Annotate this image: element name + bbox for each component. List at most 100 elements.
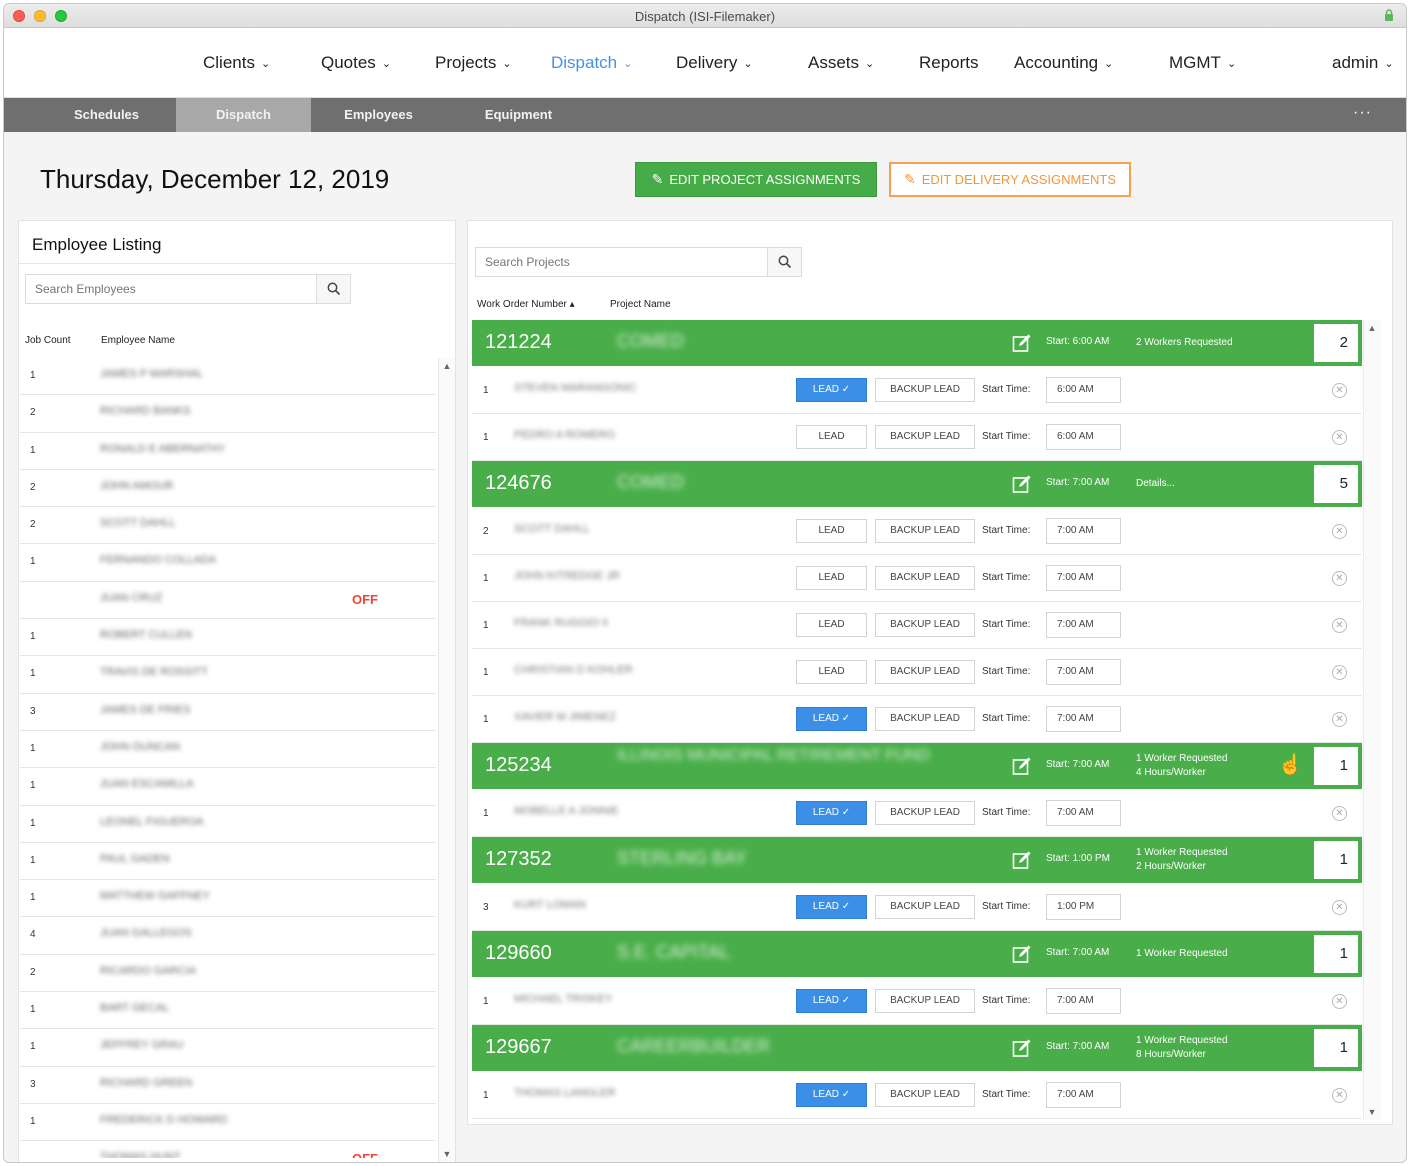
backup-lead-button[interactable]: BACKUP LEAD	[875, 378, 975, 402]
scroll-down-icon[interactable]: ▼	[1364, 1104, 1380, 1120]
employee-row[interactable]: 1 RONALD E ABERNATHY	[20, 433, 436, 470]
employee-row[interactable]: 4 JUAN GALLEGOS	[20, 917, 436, 955]
employee-row[interactable]: 1 JUAN ESCAMILLA	[20, 768, 436, 806]
backup-lead-button[interactable]: BACKUP LEAD	[875, 801, 975, 825]
start-time-input[interactable]: 6:00 AM	[1046, 424, 1121, 450]
nav-item-assets[interactable]: Assets ⌄	[808, 53, 874, 73]
backup-lead-button[interactable]: BACKUP LEAD	[875, 425, 975, 449]
nav-item-quotes[interactable]: Quotes ⌄	[321, 53, 391, 73]
backup-lead-button[interactable]: BACKUP LEAD	[875, 707, 975, 731]
nav-item-admin[interactable]: admin ⌄	[1332, 53, 1394, 73]
start-time-input[interactable]: 7:00 AM	[1046, 1082, 1121, 1108]
project-header[interactable]: 125234 ILLINOIS MUNICIPAL RETIREMENT FUND…	[472, 743, 1362, 789]
nav-item-projects[interactable]: Projects ⌄	[435, 53, 512, 73]
employee-row[interactable]: 1 MATTHEW GAFFNEY	[20, 880, 436, 918]
col-employee-name[interactable]: Employee Name	[101, 335, 175, 346]
scroll-up-icon[interactable]: ▲	[439, 358, 455, 374]
remove-icon[interactable]: ✕	[1332, 383, 1347, 398]
start-time-input[interactable]: 7:00 AM	[1046, 565, 1121, 591]
remove-icon[interactable]: ✕	[1332, 994, 1347, 1009]
project-header[interactable]: 121224 COMED Start: 6:00 AM 2 Workers Reque…	[472, 320, 1362, 366]
nav-item-dispatch[interactable]: Dispatch ⌄	[551, 53, 632, 73]
worker-count-box[interactable]: 1	[1314, 747, 1358, 785]
subnav-tab-employees[interactable]: Employees	[311, 98, 446, 132]
backup-lead-button[interactable]: BACKUP LEAD	[875, 989, 975, 1013]
edit-icon[interactable]	[1012, 1038, 1032, 1058]
subnav-tab-equipment[interactable]: Equipment	[446, 98, 591, 132]
col-job-count[interactable]: Job Count	[25, 335, 71, 346]
lead-button[interactable]: LEAD ✓	[796, 1083, 867, 1107]
employee-row[interactable]: 1 ROBERT CULLEN	[20, 619, 436, 657]
project-header[interactable]: 124676 COMED Start: 7:00 AM Details... 5	[472, 461, 1362, 507]
start-time-input[interactable]: 7:00 AM	[1046, 659, 1121, 685]
nav-item-accounting[interactable]: Accounting ⌄	[1014, 53, 1113, 73]
edit-delivery-assignments-button[interactable]: ✎ EDIT DELIVERY ASSIGNMENTS	[889, 162, 1131, 197]
edit-icon[interactable]	[1012, 944, 1032, 964]
nav-item-reports[interactable]: Reports	[919, 53, 979, 73]
employee-row[interactable]: 1 JAMES P MARSHAL	[20, 358, 436, 396]
remove-icon[interactable]: ✕	[1332, 618, 1347, 633]
employee-row[interactable]: JUAN CRUZ OFF	[20, 582, 436, 620]
employee-row[interactable]: 1 FREDERICK D HOWARD	[20, 1104, 436, 1142]
remove-icon[interactable]: ✕	[1332, 900, 1347, 915]
project-header[interactable]: 129667 CAREERBUILDER Start: 7:00 AM 1 Worke…	[472, 1025, 1362, 1071]
lead-button[interactable]: LEAD	[796, 566, 867, 590]
employee-search-input[interactable]	[26, 275, 190, 303]
start-time-input[interactable]: 7:00 AM	[1046, 706, 1121, 732]
project-header[interactable]: 129660 S.E. CAPITAL Start: 7:00 AM 1 Worker…	[472, 931, 1362, 977]
remove-icon[interactable]: ✕	[1332, 430, 1347, 445]
worker-count-box[interactable]: 1	[1314, 841, 1358, 879]
start-time-input[interactable]: 1:00 PM	[1046, 894, 1121, 920]
lead-button[interactable]: LEAD ✓	[796, 895, 867, 919]
employee-scrollbar[interactable]: ▲ ▼	[438, 358, 455, 1162]
employee-row[interactable]: 1 BART GECAL	[20, 992, 436, 1030]
remove-icon[interactable]: ✕	[1332, 712, 1347, 727]
employee-row[interactable]: 1 JEFFREY GRAU	[20, 1029, 436, 1067]
employee-row[interactable]: 2 SCOTT DAHLL	[20, 507, 436, 545]
employee-row[interactable]: 2 JOHN AMOUR	[20, 470, 436, 508]
edit-icon[interactable]	[1012, 474, 1032, 494]
nav-item-clients[interactable]: Clients ⌄	[203, 53, 270, 73]
backup-lead-button[interactable]: BACKUP LEAD	[875, 613, 975, 637]
project-scrollbar[interactable]: ▲ ▼	[1363, 320, 1381, 1120]
employee-search-button[interactable]	[316, 275, 350, 303]
employee-row[interactable]: 3 RICHARD GREEN	[20, 1067, 436, 1104]
lead-button[interactable]: LEAD ✓	[796, 707, 867, 731]
nav-item-mgmt[interactable]: MGMT ⌄	[1169, 53, 1236, 73]
start-time-input[interactable]: 7:00 AM	[1046, 518, 1121, 544]
backup-lead-button[interactable]: BACKUP LEAD	[875, 1083, 975, 1107]
employee-row[interactable]: 3 JAMES DE FRIES	[20, 694, 436, 731]
remove-icon[interactable]: ✕	[1332, 806, 1347, 821]
subnav-tab-schedules[interactable]: Schedules	[39, 98, 174, 132]
lead-button[interactable]: LEAD ✓	[796, 989, 867, 1013]
remove-icon[interactable]: ✕	[1332, 1088, 1347, 1103]
employee-row[interactable]: 1 PAUL GADEN	[20, 843, 436, 881]
scroll-up-icon[interactable]: ▲	[1364, 320, 1380, 336]
worker-count-box[interactable]: 1	[1314, 935, 1358, 973]
lead-button[interactable]: LEAD ✓	[796, 801, 867, 825]
start-time-input[interactable]: 7:00 AM	[1046, 988, 1121, 1014]
edit-icon[interactable]	[1012, 850, 1032, 870]
start-time-input[interactable]: 6:00 AM	[1046, 377, 1121, 403]
worker-count-box[interactable]: 1	[1314, 1029, 1358, 1067]
employee-row[interactable]: THOMAS HUNT OFF	[20, 1141, 436, 1158]
project-search-input[interactable]	[476, 248, 640, 276]
project-search-button[interactable]	[767, 248, 801, 276]
lead-button[interactable]: LEAD	[796, 425, 867, 449]
employee-row[interactable]: 1 TRAVIS DE ROSSITT	[20, 656, 436, 694]
worker-count-box[interactable]: 2	[1314, 324, 1358, 362]
edit-icon[interactable]	[1012, 756, 1032, 776]
backup-lead-button[interactable]: BACKUP LEAD	[875, 566, 975, 590]
lead-button[interactable]: LEAD	[796, 519, 867, 543]
remove-icon[interactable]: ✕	[1332, 665, 1347, 680]
backup-lead-button[interactable]: BACKUP LEAD	[875, 895, 975, 919]
more-menu-icon[interactable]: ···	[1353, 98, 1372, 128]
col-work-order-number[interactable]: Work Order Number ▴	[477, 299, 575, 310]
edit-icon[interactable]	[1012, 333, 1032, 353]
employee-row[interactable]: 2 RICARDO GARCIA	[20, 955, 436, 993]
start-time-input[interactable]: 7:00 AM	[1046, 800, 1121, 826]
backup-lead-button[interactable]: BACKUP LEAD	[875, 660, 975, 684]
lead-button[interactable]: LEAD	[796, 660, 867, 684]
lead-button[interactable]: LEAD	[796, 613, 867, 637]
worker-count-box[interactable]: 5	[1314, 465, 1358, 503]
